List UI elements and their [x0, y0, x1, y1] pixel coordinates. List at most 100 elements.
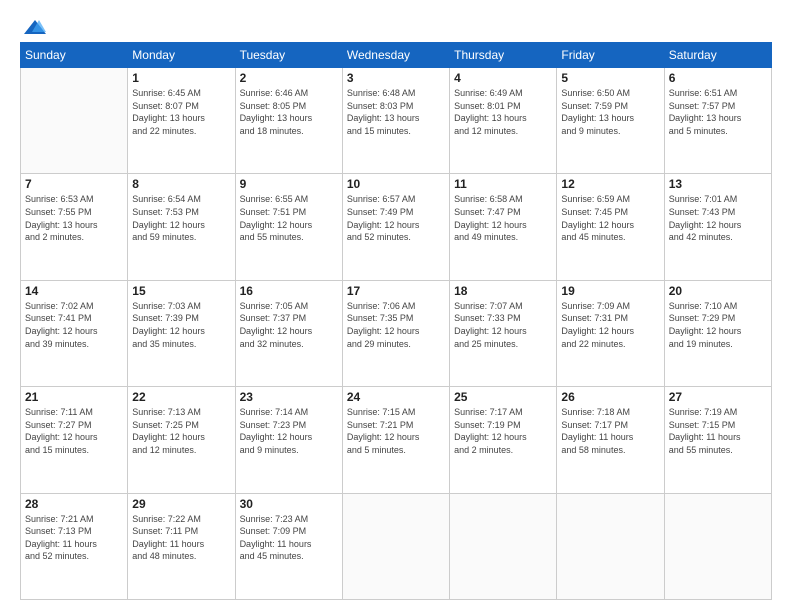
calendar-cell: 24 Sunrise: 7:15 AM Sunset: 7:21 PM Dayli… — [342, 387, 449, 493]
day-info: Sunrise: 6:45 AM Sunset: 8:07 PM Dayligh… — [132, 87, 230, 137]
weekday-header-sunday: Sunday — [21, 43, 128, 68]
calendar-cell: 14 Sunrise: 7:02 AM Sunset: 7:41 PM Dayli… — [21, 280, 128, 386]
day-info: Sunrise: 6:51 AM Sunset: 7:57 PM Dayligh… — [669, 87, 767, 137]
calendar-cell: 4Sunrise: 6:49 AM Sunset: 8:01 PM Daylig… — [450, 68, 557, 174]
day-number: 25 — [454, 390, 552, 404]
day-number: 14 — [25, 284, 123, 298]
day-number: 23 — [240, 390, 338, 404]
day-info: Sunrise: 6:57 AM Sunset: 7:49 PM Dayligh… — [347, 193, 445, 243]
day-info: Sunrise: 6:58 AM Sunset: 7:47 PM Dayligh… — [454, 193, 552, 243]
calendar-cell: 9 Sunrise: 6:55 AM Sunset: 7:51 PM Daylig… — [235, 174, 342, 280]
calendar-cell: 25 Sunrise: 7:17 AM Sunset: 7:19 PM Dayli… — [450, 387, 557, 493]
day-info: Sunrise: 7:21 AM Sunset: 7:13 PM Dayligh… — [25, 513, 123, 563]
day-number: 10 — [347, 177, 445, 191]
day-number: 16 — [240, 284, 338, 298]
week-row-4: 21 Sunrise: 7:11 AM Sunset: 7:27 PM Dayli… — [21, 387, 772, 493]
day-info: Sunrise: 7:01 AM Sunset: 7:43 PM Dayligh… — [669, 193, 767, 243]
weekday-header-thursday: Thursday — [450, 43, 557, 68]
day-number: 8 — [132, 177, 230, 191]
calendar-cell: 3Sunrise: 6:48 AM Sunset: 8:03 PM Daylig… — [342, 68, 449, 174]
day-info: Sunrise: 7:07 AM Sunset: 7:33 PM Dayligh… — [454, 300, 552, 350]
day-number: 5 — [561, 71, 659, 85]
calendar-cell: 7 Sunrise: 6:53 AM Sunset: 7:55 PM Daylig… — [21, 174, 128, 280]
calendar-cell: 6 Sunrise: 6:51 AM Sunset: 7:57 PM Daylig… — [664, 68, 771, 174]
day-number: 1 — [132, 71, 230, 85]
day-info: Sunrise: 6:46 AM Sunset: 8:05 PM Dayligh… — [240, 87, 338, 137]
weekday-header-row: SundayMondayTuesdayWednesdayThursdayFrid… — [21, 43, 772, 68]
weekday-header-tuesday: Tuesday — [235, 43, 342, 68]
day-info: Sunrise: 6:48 AM Sunset: 8:03 PM Dayligh… — [347, 87, 445, 137]
calendar-cell — [450, 493, 557, 599]
week-row-1: 1 Sunrise: 6:45 AM Sunset: 8:07 PM Daylig… — [21, 68, 772, 174]
day-number: 21 — [25, 390, 123, 404]
day-info: Sunrise: 7:02 AM Sunset: 7:41 PM Dayligh… — [25, 300, 123, 350]
page: SundayMondayTuesdayWednesdayThursdayFrid… — [0, 0, 792, 612]
day-info: Sunrise: 7:23 AM Sunset: 7:09 PM Dayligh… — [240, 513, 338, 563]
day-info: Sunrise: 6:49 AM Sunset: 8:01 PM Dayligh… — [454, 87, 552, 137]
calendar-cell: 28 Sunrise: 7:21 AM Sunset: 7:13 PM Dayli… — [21, 493, 128, 599]
day-number: 15 — [132, 284, 230, 298]
day-number: 24 — [347, 390, 445, 404]
calendar-cell: 1 Sunrise: 6:45 AM Sunset: 8:07 PM Daylig… — [128, 68, 235, 174]
week-row-5: 28 Sunrise: 7:21 AM Sunset: 7:13 PM Dayli… — [21, 493, 772, 599]
day-number: 22 — [132, 390, 230, 404]
day-info: Sunrise: 7:03 AM Sunset: 7:39 PM Dayligh… — [132, 300, 230, 350]
day-info: Sunrise: 7:22 AM Sunset: 7:11 PM Dayligh… — [132, 513, 230, 563]
week-row-3: 14 Sunrise: 7:02 AM Sunset: 7:41 PM Dayli… — [21, 280, 772, 386]
day-info: Sunrise: 7:05 AM Sunset: 7:37 PM Dayligh… — [240, 300, 338, 350]
calendar-cell — [21, 68, 128, 174]
calendar-cell: 2 Sunrise: 6:46 AM Sunset: 8:05 PM Daylig… — [235, 68, 342, 174]
calendar-cell: 11Sunrise: 6:58 AM Sunset: 7:47 PM Dayli… — [450, 174, 557, 280]
day-info: Sunrise: 7:10 AM Sunset: 7:29 PM Dayligh… — [669, 300, 767, 350]
logo — [20, 18, 46, 32]
calendar-cell — [342, 493, 449, 599]
day-number: 20 — [669, 284, 767, 298]
day-number: 19 — [561, 284, 659, 298]
calendar-cell: 18 Sunrise: 7:07 AM Sunset: 7:33 PM Dayli… — [450, 280, 557, 386]
calendar-cell: 30 Sunrise: 7:23 AM Sunset: 7:09 PM Dayli… — [235, 493, 342, 599]
logo-icon — [24, 18, 46, 36]
weekday-header-monday: Monday — [128, 43, 235, 68]
calendar-cell: 27Sunrise: 7:19 AM Sunset: 7:15 PM Dayli… — [664, 387, 771, 493]
day-info: Sunrise: 6:53 AM Sunset: 7:55 PM Dayligh… — [25, 193, 123, 243]
calendar-cell: 29 Sunrise: 7:22 AM Sunset: 7:11 PM Dayli… — [128, 493, 235, 599]
calendar-cell: 5Sunrise: 6:50 AM Sunset: 7:59 PM Daylig… — [557, 68, 664, 174]
day-info: Sunrise: 7:18 AM Sunset: 7:17 PM Dayligh… — [561, 406, 659, 456]
calendar-cell: 15 Sunrise: 7:03 AM Sunset: 7:39 PM Dayli… — [128, 280, 235, 386]
day-number: 28 — [25, 497, 123, 511]
calendar-table: SundayMondayTuesdayWednesdayThursdayFrid… — [20, 42, 772, 600]
calendar-cell: 17Sunrise: 7:06 AM Sunset: 7:35 PM Dayli… — [342, 280, 449, 386]
day-number: 9 — [240, 177, 338, 191]
calendar-cell — [557, 493, 664, 599]
day-number: 12 — [561, 177, 659, 191]
day-info: Sunrise: 7:11 AM Sunset: 7:27 PM Dayligh… — [25, 406, 123, 456]
calendar-cell: 21 Sunrise: 7:11 AM Sunset: 7:27 PM Dayli… — [21, 387, 128, 493]
header — [20, 18, 772, 32]
day-number: 17 — [347, 284, 445, 298]
day-number: 30 — [240, 497, 338, 511]
calendar-cell: 20 Sunrise: 7:10 AM Sunset: 7:29 PM Dayli… — [664, 280, 771, 386]
day-info: Sunrise: 7:19 AM Sunset: 7:15 PM Dayligh… — [669, 406, 767, 456]
day-info: Sunrise: 6:54 AM Sunset: 7:53 PM Dayligh… — [132, 193, 230, 243]
calendar-cell: 16 Sunrise: 7:05 AM Sunset: 7:37 PM Dayli… — [235, 280, 342, 386]
calendar-cell: 22Sunrise: 7:13 AM Sunset: 7:25 PM Dayli… — [128, 387, 235, 493]
day-info: Sunrise: 6:55 AM Sunset: 7:51 PM Dayligh… — [240, 193, 338, 243]
day-number: 2 — [240, 71, 338, 85]
calendar-cell: 10 Sunrise: 6:57 AM Sunset: 7:49 PM Dayli… — [342, 174, 449, 280]
day-number: 29 — [132, 497, 230, 511]
day-info: Sunrise: 7:17 AM Sunset: 7:19 PM Dayligh… — [454, 406, 552, 456]
day-number: 18 — [454, 284, 552, 298]
day-number: 7 — [25, 177, 123, 191]
calendar-cell: 19 Sunrise: 7:09 AM Sunset: 7:31 PM Dayli… — [557, 280, 664, 386]
calendar-cell — [664, 493, 771, 599]
day-info: Sunrise: 7:09 AM Sunset: 7:31 PM Dayligh… — [561, 300, 659, 350]
day-info: Sunrise: 7:15 AM Sunset: 7:21 PM Dayligh… — [347, 406, 445, 456]
day-number: 26 — [561, 390, 659, 404]
week-row-2: 7 Sunrise: 6:53 AM Sunset: 7:55 PM Daylig… — [21, 174, 772, 280]
day-number: 6 — [669, 71, 767, 85]
calendar-cell: 26 Sunrise: 7:18 AM Sunset: 7:17 PM Dayli… — [557, 387, 664, 493]
weekday-header-wednesday: Wednesday — [342, 43, 449, 68]
weekday-header-friday: Friday — [557, 43, 664, 68]
day-number: 13 — [669, 177, 767, 191]
calendar-cell: 12Sunrise: 6:59 AM Sunset: 7:45 PM Dayli… — [557, 174, 664, 280]
